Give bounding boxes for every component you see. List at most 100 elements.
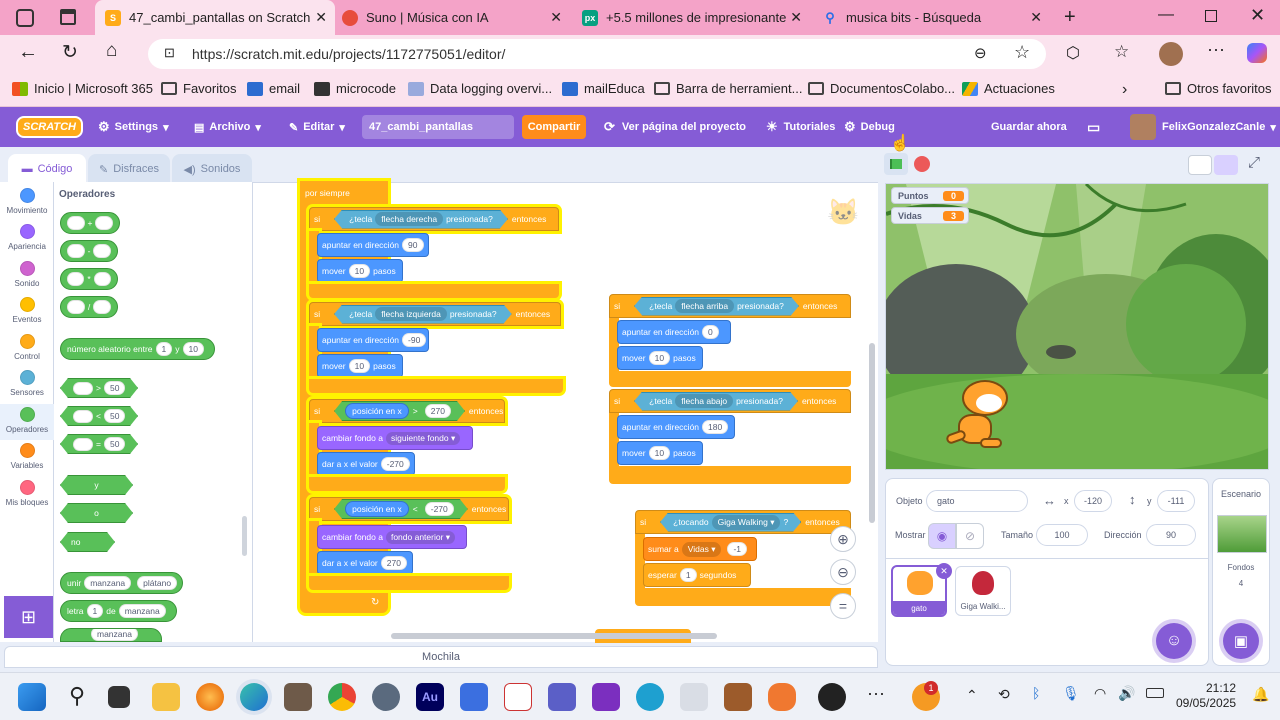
compare-value[interactable]: 50: [104, 409, 125, 423]
not-block[interactable]: no: [60, 532, 115, 552]
workspaces-icon[interactable]: [16, 9, 34, 27]
key-dropdown[interactable]: flecha abajo: [675, 394, 733, 408]
document-icon[interactable]: [504, 683, 532, 711]
favorite-item[interactable]: Inicio | Microsoft 365: [12, 81, 153, 96]
if-touching[interactable]: si ¿tocando Giga Walking ▾? entonces: [635, 510, 851, 534]
x-value[interactable]: -270: [380, 457, 410, 471]
close-tab-icon[interactable]: ✕: [1030, 9, 1042, 26]
touching-sensor[interactable]: ¿tocando Giga Walking ▾?: [660, 513, 801, 532]
steps-value[interactable]: 10: [648, 446, 671, 460]
close-tab-icon[interactable]: ✕: [790, 9, 802, 26]
stage-canvas[interactable]: Puntos 0 Vidas 3: [885, 183, 1269, 470]
stop-button[interactable]: [914, 156, 930, 172]
if-x-greater[interactable]: si posición en x >270 entonces: [309, 399, 505, 423]
set-x-block[interactable]: dar a x el valor -270: [317, 452, 415, 476]
zoom-reset-button[interactable]: =: [830, 593, 856, 619]
home-icon[interactable]: ⌂: [106, 40, 117, 62]
empty-slot[interactable]: [93, 272, 111, 286]
add-extension-button[interactable]: ⊞: [4, 596, 53, 638]
site-info-icon[interactable]: ⊡: [164, 45, 175, 61]
tab-pexels[interactable]: px +5.5 millones de impresionantes ✕: [580, 0, 810, 35]
edit-menu[interactable]: ✎ Editar ▾: [289, 107, 345, 147]
key-dropdown[interactable]: flecha izquierda: [375, 307, 447, 321]
favorite-item[interactable]: Data logging overvi...: [408, 81, 552, 96]
account-menu[interactable]: FelixGonzalezCanle ▾: [1130, 107, 1276, 147]
category-sensing[interactable]: Sensores: [0, 370, 54, 397]
minimize-icon[interactable]: —: [1158, 6, 1174, 24]
random-to[interactable]: 10: [182, 342, 204, 356]
url-field[interactable]: ⊡ https://scratch.mit.edu/projects/11727…: [148, 39, 1046, 69]
new-tab-icon[interactable]: +: [1064, 6, 1076, 29]
empty-slot[interactable]: [67, 272, 85, 286]
change-value[interactable]: -1: [727, 542, 748, 556]
random-block[interactable]: número aleatorio entre 1 y 10: [60, 338, 215, 360]
letter-word[interactable]: manzana: [118, 604, 166, 618]
move-block[interactable]: mover 10 pasos: [317, 259, 403, 283]
category-control[interactable]: Control: [0, 334, 54, 361]
sprite-dropdown[interactable]: Giga Walking ▾: [712, 515, 781, 530]
bluetooth-icon[interactable]: ᛒ: [1032, 685, 1040, 701]
move-block[interactable]: mover 10 pasos: [617, 346, 703, 370]
close-window-icon[interactable]: ✕: [1250, 5, 1265, 26]
if-key-down[interactable]: si ¿tecla flecha abajo presionada? entonce…: [609, 389, 851, 413]
compare-value[interactable]: 270: [425, 404, 451, 418]
point-direction-block[interactable]: apuntar en dirección -90: [317, 328, 429, 352]
ghost-icon[interactable]: [680, 683, 708, 711]
random-from[interactable]: 1: [155, 342, 173, 356]
add-block[interactable]: +: [60, 212, 120, 234]
y-input[interactable]: -111: [1157, 490, 1195, 512]
add-sprite-button[interactable]: ☺: [1156, 623, 1192, 659]
empty-slot[interactable]: [73, 438, 93, 451]
microphone-icon[interactable]: 🎙: [1062, 685, 1080, 702]
edu-icon[interactable]: [636, 683, 664, 711]
greater-than-block[interactable]: >50: [60, 378, 138, 398]
move-block[interactable]: mover 10 pasos: [317, 354, 403, 378]
if-key-left[interactable]: si ¿tecla flecha izquierda presionada? ent…: [309, 302, 561, 326]
tab-sounds[interactable]: ◀) Sonidos: [172, 154, 252, 184]
settings-menu[interactable]: ⚙ Settings ▾: [98, 107, 169, 147]
tray-chevron-icon[interactable]: ⌃: [966, 687, 978, 704]
equals-block[interactable]: = 50: [60, 434, 138, 454]
length-word[interactable]: manzana: [91, 629, 138, 641]
wait-value[interactable]: 1: [679, 568, 697, 582]
fullscreen-icon[interactable]: ⤢: [1248, 154, 1260, 171]
copilot-icon[interactable]: [1247, 43, 1267, 63]
switch-backdrop-block[interactable]: cambiar fondo a fondo anterior ▾: [317, 525, 467, 549]
category-variables[interactable]: Variables: [0, 443, 54, 470]
compare-value[interactable]: -270: [425, 502, 454, 516]
empty-slot[interactable]: [93, 300, 111, 314]
x-position-reporter[interactable]: posición en x: [345, 501, 409, 517]
cat-sprite[interactable]: [944, 374, 1020, 458]
refresh-icon[interactable]: ↻: [62, 41, 78, 64]
stage-target-panel[interactable]: Escenario Fondos 4 ▣: [1212, 478, 1270, 666]
code-workspace[interactable]: por siempre ↻ si ¿tecla flecha derecha pre…: [253, 181, 878, 643]
favorites-overflow-icon[interactable]: ›: [1122, 81, 1127, 99]
save-now-button[interactable]: Guardar ahora: [991, 107, 1067, 147]
x-position-reporter[interactable]: posición en x: [345, 403, 409, 419]
settings-icon[interactable]: [372, 683, 400, 711]
category-operators[interactable]: Operadores: [0, 404, 54, 440]
key-dropdown[interactable]: flecha arriba: [675, 299, 734, 313]
teams-icon[interactable]: [548, 683, 576, 711]
key-dropdown[interactable]: flecha derecha: [375, 212, 443, 226]
small-stage-icon[interactable]: [1188, 155, 1212, 175]
scratch-logo[interactable]: SCRATCH: [16, 107, 83, 147]
direction-value[interactable]: 90: [402, 238, 424, 252]
favorite-item[interactable]: mailEduca: [562, 81, 645, 96]
empty-slot[interactable]: [95, 216, 113, 230]
key-pressed-sensor[interactable]: ¿tecla flecha arriba presionada?: [634, 297, 799, 316]
back-icon[interactable]: ←: [18, 41, 38, 64]
zoom-icon[interactable]: ⊖: [974, 44, 987, 62]
puzzle-icon[interactable]: [592, 683, 620, 711]
sprite-name-input[interactable]: gato: [926, 490, 1028, 512]
audition-icon[interactable]: Au: [416, 683, 444, 711]
more-icon[interactable]: ···: [1207, 39, 1225, 60]
favorite-star-icon[interactable]: ☆: [1014, 42, 1030, 63]
less-than-block[interactable]: <50: [60, 406, 138, 426]
less-than-block[interactable]: posición en x < -270: [334, 499, 468, 519]
wifi-icon[interactable]: ◠: [1094, 685, 1106, 702]
firefox-icon[interactable]: [196, 683, 224, 711]
divide-block[interactable]: /: [60, 296, 118, 318]
edge-icon[interactable]: [240, 683, 268, 711]
empty-slot[interactable]: [73, 382, 93, 395]
